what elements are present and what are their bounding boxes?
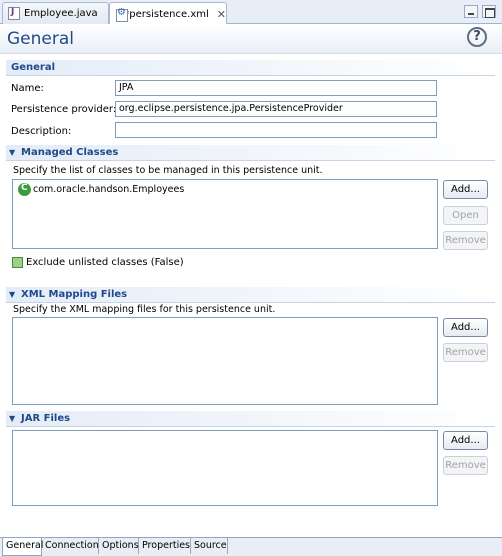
tab-persistence-xml[interactable]: *persistence.xml ✕ [109,2,227,25]
description-field[interactable] [115,122,437,138]
jar-files-list[interactable] [12,430,438,506]
add-mapping-button[interactable]: Add... [443,318,488,337]
expand-triangle-icon[interactable]: ▼ [9,414,21,423]
exclude-unlisted-checkbox[interactable] [12,257,23,268]
window-controls [464,5,496,18]
managed-classes-header[interactable]: ▼ Managed Classes [6,145,495,161]
remove-jar-button[interactable]: Remove [443,456,488,475]
close-icon[interactable]: ✕ [217,8,226,21]
section-title: General [11,62,55,73]
class-icon [18,183,31,196]
tab-connection[interactable]: Connection [42,538,99,554]
form-header: General ? [0,24,502,54]
section-title: JAR Files [21,413,71,424]
managed-classes-description: Specify the list of classes to be manage… [13,165,323,176]
maximize-icon[interactable] [482,5,496,18]
jar-files-section: ▼ JAR Files [6,411,495,427]
xml-mapping-section: ▼ XML Mapping Files [6,287,495,303]
name-field[interactable]: JPA [115,80,437,96]
xml-mapping-header[interactable]: ▼ XML Mapping Files [6,287,495,303]
general-section-header: General [6,60,495,76]
managed-classes-section: ▼ Managed Classes [6,145,495,161]
remove-mapping-button[interactable]: Remove [443,343,488,362]
exclude-unlisted-row[interactable]: Exclude unlisted classes (False) [12,257,184,268]
xml-mapping-list[interactable] [12,317,438,405]
java-file-icon [8,7,20,20]
tab-source[interactable]: Source [191,538,228,554]
remove-class-button[interactable]: Remove [443,231,488,250]
section-title: Managed Classes [21,147,119,158]
persistence-xml-icon [115,7,129,22]
description-label: Description: [11,126,72,137]
provider-label: Persistence provider: [11,104,117,115]
list-item-label: com.oracle.handson.Employees [33,184,185,195]
tab-label: Employee.java [24,8,98,19]
expand-triangle-icon[interactable]: ▼ [9,290,21,299]
tab-options[interactable]: Options [99,538,139,554]
provider-field[interactable]: org.eclipse.persistence.jpa.PersistenceP… [115,101,437,117]
page-tab-bar: General Connection Options Properties So… [0,537,502,556]
expand-triangle-icon[interactable]: ▼ [9,148,21,157]
managed-classes-list[interactable]: com.oracle.handson.Employees [12,179,438,249]
tab-properties[interactable]: Properties [139,538,191,554]
help-icon[interactable]: ? [467,27,487,47]
open-class-button[interactable]: Open [443,206,488,225]
tab-label: *persistence.xml [124,8,209,20]
editor-tab-bar: Employee.java *persistence.xml ✕ [0,0,502,25]
minimize-icon[interactable] [464,5,478,18]
section-title: XML Mapping Files [21,289,128,300]
tab-general[interactable]: General [2,538,43,556]
add-jar-button[interactable]: Add... [443,431,488,450]
list-item[interactable]: com.oracle.handson.Employees [18,183,184,196]
exclude-unlisted-label: Exclude unlisted classes (False) [26,257,184,268]
name-label: Name: [11,83,44,94]
page-title: General [7,29,74,49]
add-class-button[interactable]: Add... [443,180,488,199]
tab-employee-java[interactable]: Employee.java [2,2,109,24]
jar-files-header[interactable]: ▼ JAR Files [6,411,495,427]
xml-mapping-description: Specify the XML mapping files for this p… [13,304,276,315]
